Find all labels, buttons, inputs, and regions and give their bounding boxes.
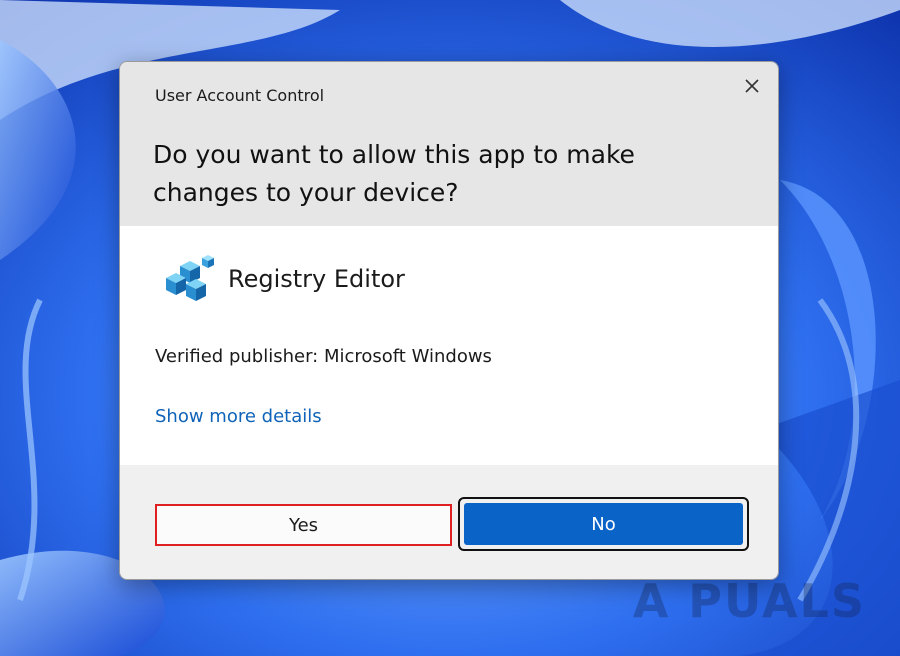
app-row: Registry Editor: [162, 252, 405, 306]
yes-button[interactable]: Yes: [155, 504, 452, 546]
show-more-details-link[interactable]: Show more details: [155, 406, 322, 427]
dialog-title: User Account Control: [155, 86, 325, 105]
dialog-question: Do you want to allow this app to make ch…: [153, 140, 635, 207]
close-icon: [745, 79, 759, 93]
dialog-header: User Account Control Do you want to allo…: [120, 62, 778, 226]
desktop: A PUALS User Account Control Do you want…: [0, 0, 900, 656]
close-button[interactable]: [736, 70, 768, 102]
dialog-footer: Yes No: [120, 465, 778, 579]
dialog-body: Registry Editor Verified publisher: Micr…: [120, 226, 778, 465]
uac-dialog: User Account Control Do you want to allo…: [119, 61, 779, 580]
registry-editor-icon: [166, 255, 214, 301]
publisher-label: Verified publisher: Microsoft Windows: [155, 346, 492, 367]
app-name: Registry Editor: [228, 265, 405, 293]
no-button[interactable]: No: [464, 503, 743, 545]
watermark: A PUALS: [632, 574, 866, 628]
